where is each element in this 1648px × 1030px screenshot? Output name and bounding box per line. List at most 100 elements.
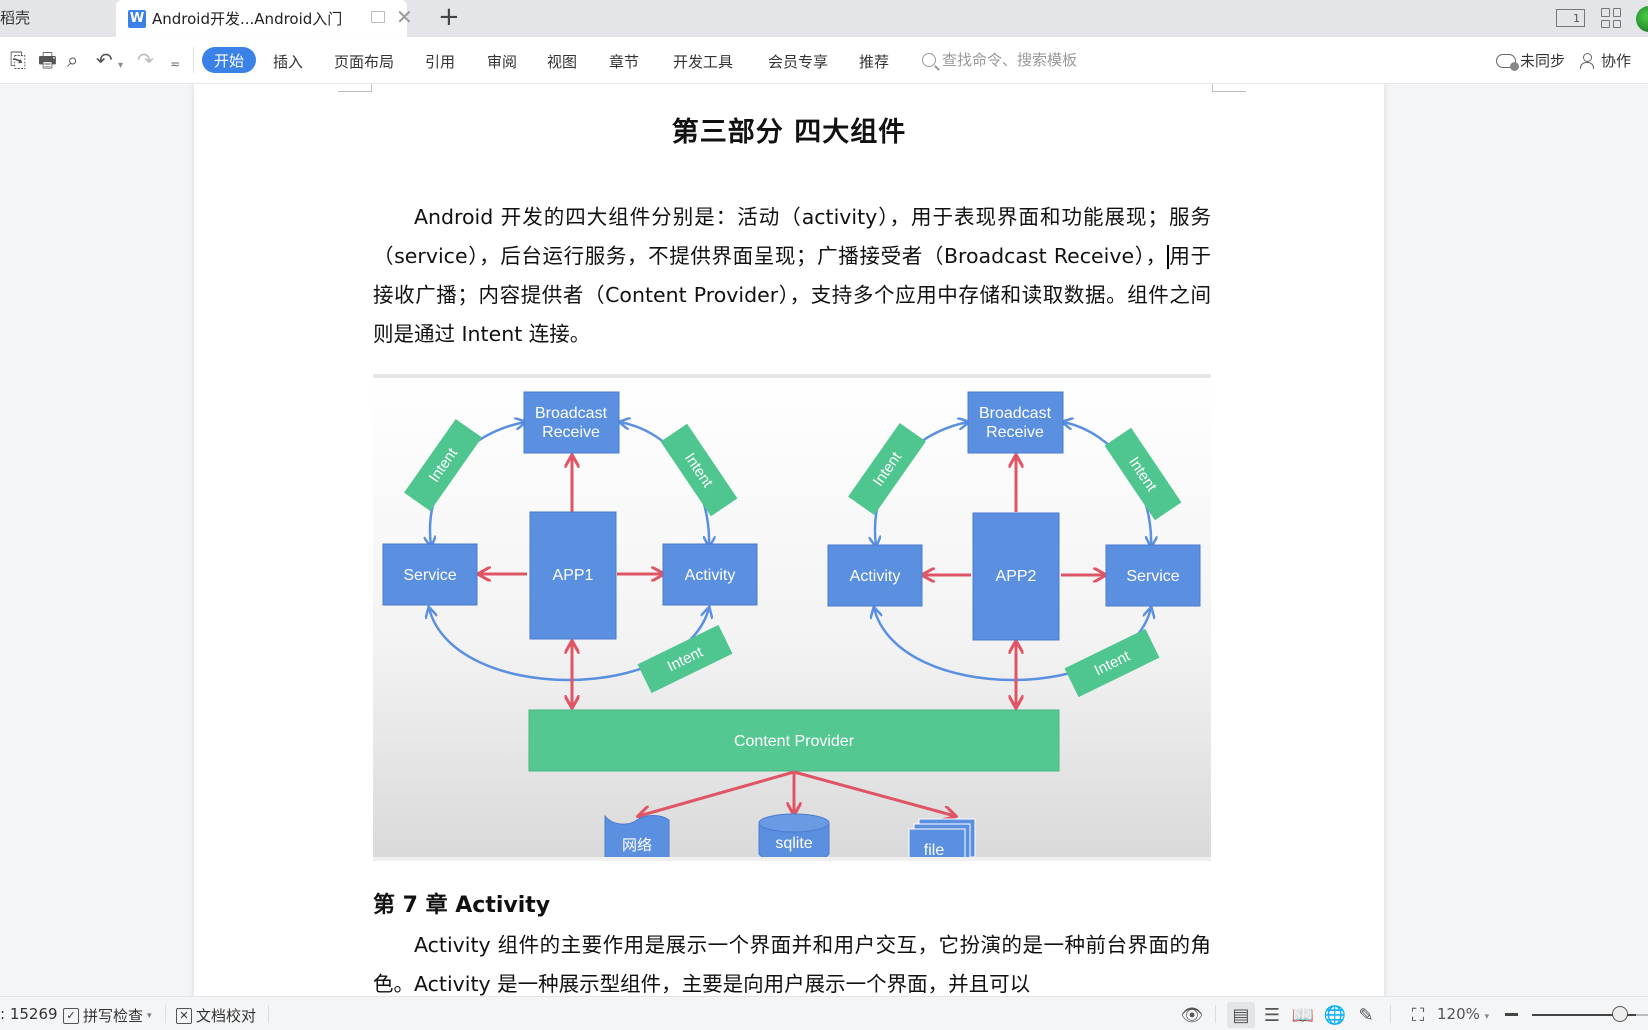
intro-paragraph-text: Android 开发的四大组件分别是：活动（activity），用于表现界面和功… (373, 205, 1211, 346)
menu-insert[interactable]: 插入 (273, 51, 303, 72)
wps-writer-window: 稻壳 W Android开发...Android入门 ✕ + 1 ⎘ 🖶 ⌕ ↶… (0, 0, 1648, 1030)
section-title: 第三部分 四大组件 (671, 117, 907, 148)
zoom-out-button[interactable] (1505, 1013, 1518, 1016)
app2-broadcast-node (967, 391, 1064, 454)
app1-activity-label: Activity (685, 567, 736, 584)
menu-page-layout[interactable]: 页面布局 (334, 51, 394, 72)
sync-status-button[interactable]: 未同步 (1496, 50, 1565, 71)
status-divider (1215, 1005, 1216, 1023)
print-preview-icon[interactable]: ⌕ (67, 49, 78, 71)
menu-chapter[interactable]: 章节 (609, 51, 639, 72)
sqlite-storage-label: sqlite (775, 835, 812, 852)
tab-docer-label: 稻壳 (0, 9, 31, 27)
chevron-down-icon: ▾ (1484, 1012, 1490, 1022)
menu-review[interactable]: 审阅 (487, 51, 517, 72)
app2-label: APP2 (996, 568, 1037, 585)
command-search[interactable]: 查找命令、搜索模板 (922, 49, 1077, 70)
export-icon[interactable]: ⎘ (10, 49, 26, 71)
collaborate-button[interactable]: 协作 (1580, 50, 1631, 71)
diagram-background (373, 374, 1211, 861)
writer-doc-icon: W (128, 9, 146, 28)
menu-home[interactable]: 开始 (202, 47, 256, 73)
app1-label: APP1 (553, 567, 594, 584)
spell-check-label: 拼写检查 (83, 1007, 144, 1025)
word-count-value: : 15269 (0, 1005, 58, 1023)
menu-developer[interactable]: 开发工具 (673, 51, 733, 72)
status-bar: : 15269 ✓ 拼写检查 ▾ ✕ 文档校对 👁 ▤ ☰ 📖 🌐 ✎ ⛶ 12… (0, 996, 1648, 1030)
spell-check-button[interactable]: ✓ 拼写检查 ▾ (63, 1005, 152, 1026)
status-divider (1390, 1005, 1391, 1023)
app2-broadcast-label-2: Receive (986, 424, 1044, 441)
new-tab-button[interactable]: + (438, 2, 460, 32)
tab-docer[interactable]: 稻壳 (0, 0, 114, 37)
write-mode-icon[interactable]: ✎ (1352, 1002, 1380, 1028)
android-components-diagram: Broadcast Receive APP1 Service Activity … (373, 374, 1211, 861)
window-layout-icon[interactable]: 1 (1556, 9, 1585, 27)
pin-icon[interactable] (371, 11, 385, 23)
search-icon (922, 52, 936, 67)
menu-references[interactable]: 引用 (425, 51, 455, 72)
app1-service-label: Service (403, 567, 456, 584)
menu-home-label: 开始 (213, 51, 244, 70)
margin-mark-right (1212, 84, 1246, 92)
chevron-down-icon[interactable]: ▾ (147, 1011, 152, 1021)
zoom-slider-track-rest[interactable] (1636, 1014, 1648, 1016)
customize-dropdown-icon[interactable]: ≂ (170, 53, 180, 75)
margin-mark-left (338, 84, 372, 92)
diagram-top-border (373, 374, 1211, 378)
activity-paragraph[interactable]: Activity 组件的主要作用是展示一个界面并和用户交互，它扮演的是一种前台界… (373, 926, 1211, 996)
document-canvas[interactable]: 第三部分 四大组件 Android 开发的四大组件分别是：活动（activity… (0, 84, 1648, 996)
sync-label: 未同步 (1520, 52, 1566, 70)
chapter-heading: 第 7 章 Activity (373, 893, 551, 918)
user-avatar[interactable] (1636, 6, 1648, 32)
search-placeholder: 查找命令、搜索模板 (942, 51, 1078, 69)
undo-icon[interactable]: ↶ (96, 49, 113, 71)
app1-broadcast-label-1: Broadcast (535, 405, 608, 422)
content-provider-label: Content Provider (734, 733, 855, 750)
doc-proofread-label: 文档校对 (196, 1007, 257, 1025)
app1-broadcast-node (523, 391, 620, 454)
app2-service-label: Service (1126, 568, 1179, 585)
sqlite-storage-top (758, 813, 830, 833)
menu-view[interactable]: 视图 (547, 51, 577, 72)
proofread-icon: ✕ (176, 1007, 192, 1024)
document-page[interactable]: 第三部分 四大组件 Android 开发的四大组件分别是：活动（activity… (194, 84, 1384, 996)
add-person-icon (1580, 52, 1596, 69)
outline-view-icon[interactable]: ☰ (1258, 1002, 1286, 1028)
tab-title: Android开发...Android入门 (152, 10, 343, 28)
word-count[interactable]: : 15269 (0, 1005, 58, 1023)
collab-label: 协作 (1601, 52, 1632, 70)
tab-active-document[interactable]: W Android开发...Android入门 ✕ (116, 0, 413, 37)
zoom-slider-thumb[interactable] (1612, 1006, 1628, 1022)
fit-page-icon[interactable]: ⛶ (1404, 1002, 1432, 1028)
doc-proofread-button[interactable]: ✕ 文档校对 (176, 1005, 256, 1026)
menu-recommend[interactable]: 推荐 (859, 51, 889, 72)
undo-dropdown-icon[interactable]: ▾ (118, 55, 123, 77)
toolbar-divider (193, 47, 194, 73)
text-cursor (1166, 245, 1169, 269)
redo-icon[interactable]: ↷ (137, 49, 154, 71)
network-storage-label: 网络 (622, 836, 652, 854)
file-storage-label: file (924, 842, 945, 859)
intro-paragraph[interactable]: Android 开发的四大组件分别是：活动（activity），用于表现界面和功… (373, 198, 1211, 354)
zoom-level-dropdown[interactable]: 120% ▾ (1437, 1005, 1489, 1023)
app1-broadcast-label-2: Receive (542, 424, 600, 441)
print-icon[interactable]: 🖶 (38, 49, 57, 71)
status-divider (268, 1005, 269, 1023)
reading-view-icon[interactable]: 📖 (1289, 1002, 1317, 1028)
activity-paragraph-text: Activity 组件的主要作用是展示一个界面并和用户交互，它扮演的是一种前台界… (373, 933, 1211, 996)
diagram-bottom-border (373, 857, 1211, 861)
layout-label: 1 (1573, 11, 1580, 25)
page-view-icon[interactable]: ▤ (1227, 1002, 1255, 1028)
zoom-level-value: 120% (1437, 1005, 1480, 1023)
tab-bar: 稻壳 W Android开发...Android入门 ✕ + 1 (0, 0, 1648, 37)
apps-grid-icon[interactable] (1601, 8, 1621, 28)
menu-member[interactable]: 会员专享 (768, 51, 828, 72)
app2-broadcast-label-1: Broadcast (979, 405, 1052, 422)
web-view-icon[interactable]: 🌐 (1321, 1002, 1349, 1028)
cloud-unsynced-icon (1496, 53, 1519, 71)
eye-protection-icon[interactable]: 👁 (1178, 1002, 1206, 1028)
app2-activity-label: Activity (850, 568, 901, 585)
close-icon[interactable]: ✕ (396, 5, 413, 29)
ribbon-toolbar: ⎘ 🖶 ⌕ ↶ ▾ ↷ ≂ 开始 插入 页面布局 引用 审阅 视图 章节 开发工… (0, 37, 1648, 84)
